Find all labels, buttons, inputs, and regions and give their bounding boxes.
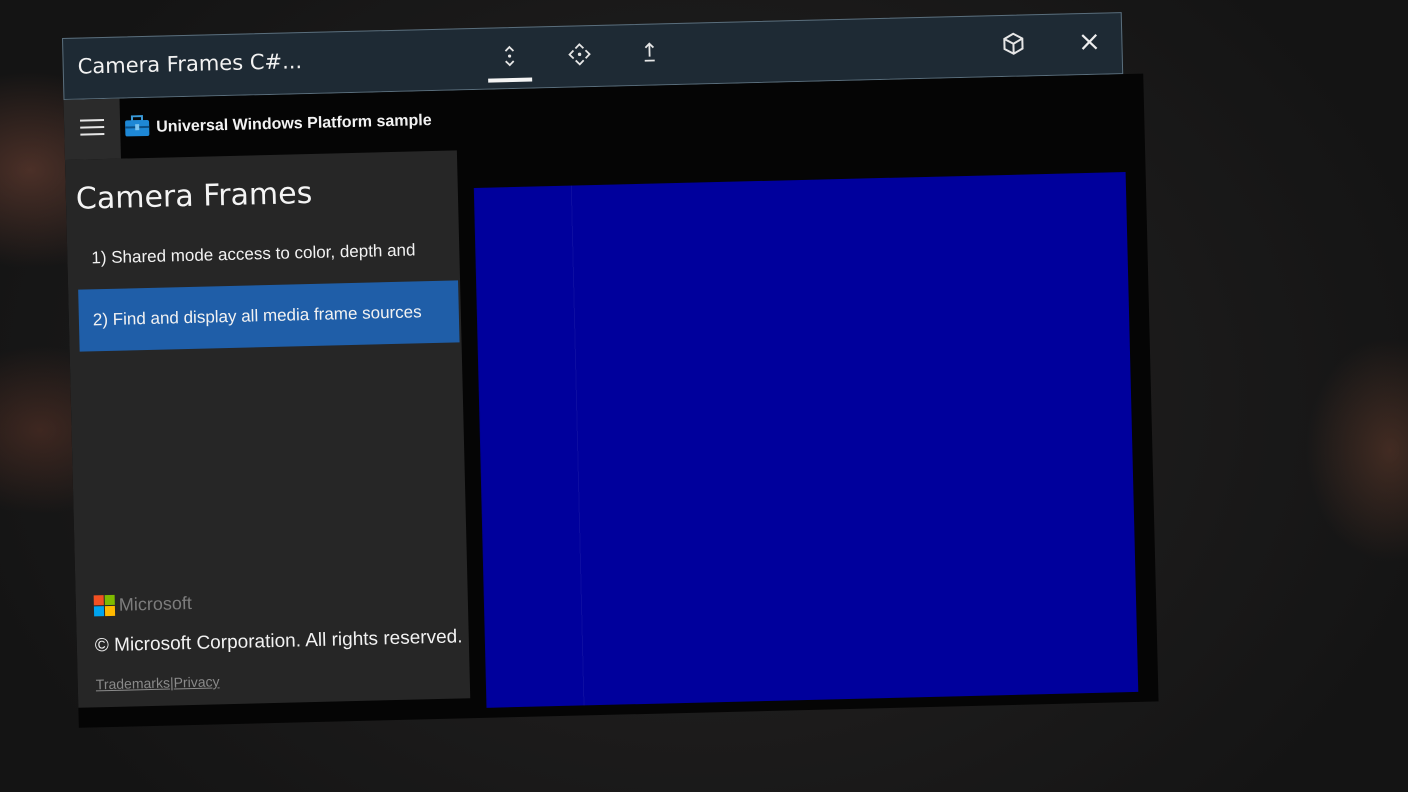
scenario-item-label: 2) Find and display all media frame sour… (92, 302, 422, 330)
follow-button[interactable] (627, 34, 672, 75)
hologram-view-button[interactable] (991, 25, 1036, 66)
window-title: Camera Frames C#... (77, 49, 303, 79)
scenario-item-shared-mode[interactable]: 1) Shared mode access to color, depth an… (77, 218, 458, 289)
follow-icon (642, 41, 657, 67)
microsoft-logo-icon (93, 594, 116, 617)
adjust-icon (502, 45, 517, 71)
scenario-item-label: 1) Shared mode access to color, depth an… (91, 240, 416, 268)
menu-toggle-button[interactable] (63, 98, 121, 160)
scenario-sidebar: Camera Frames 1) Shared mode access to c… (64, 150, 471, 708)
move-icon (567, 42, 592, 71)
sample-title: Universal Windows Platform sample (156, 111, 432, 136)
adjust-button[interactable] (487, 38, 532, 79)
app-content: Universal Windows Platform sample Camera… (63, 73, 1159, 728)
move-button[interactable] (557, 36, 602, 77)
sample-header: Universal Windows Platform sample (124, 103, 432, 147)
close-icon (1079, 32, 1100, 56)
copyright-text: © Microsoft Corporation. All rights rese… (94, 626, 463, 657)
scenario-item-find-sources[interactable]: 2) Find and display all media frame sour… (78, 280, 460, 352)
hamburger-menu-icon (79, 118, 106, 141)
app-window: Camera Frames C#... Universal Windows Pl… (62, 12, 1159, 728)
hologram-view-icon (1001, 31, 1026, 60)
trademarks-link[interactable]: Trademarks (96, 675, 171, 693)
scenario-heading: Camera Frames (75, 175, 313, 217)
mixed-reality-background: Camera Frames C#... Universal Windows Pl… (0, 0, 1408, 792)
microsoft-brand: Microsoft (93, 592, 193, 617)
close-button[interactable] (1067, 23, 1112, 64)
microsoft-wordmark: Microsoft (118, 592, 193, 615)
toolbox-icon (124, 115, 151, 142)
frame-preview-image (473, 172, 1139, 708)
privacy-link[interactable]: Privacy (173, 673, 219, 690)
active-indicator (488, 77, 533, 83)
footer-links: Trademarks|Privacy (96, 673, 220, 692)
